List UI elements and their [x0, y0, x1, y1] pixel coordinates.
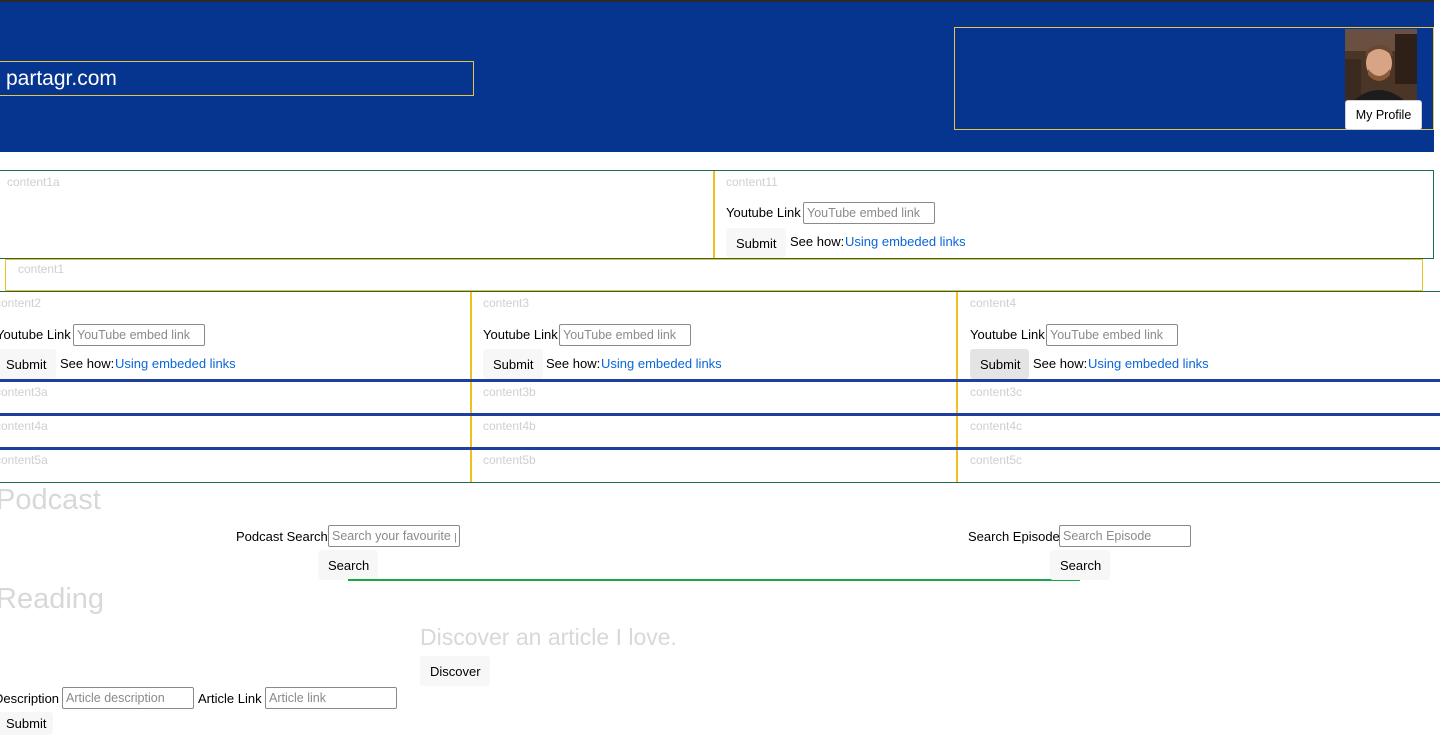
podcast-heading: Podcast: [0, 484, 101, 516]
discover-button[interactable]: Discover: [420, 656, 490, 686]
row-5: content5a content5b content5c: [0, 450, 1440, 482]
youtube-link-label: Youtube Link: [0, 327, 71, 342]
submit-button[interactable]: Submit: [483, 349, 543, 379]
submit-button[interactable]: Submit: [726, 228, 786, 258]
podcast-divider: [348, 579, 1080, 581]
youtube-link-label: Youtube Link: [970, 327, 1045, 342]
podcast-search-input[interactable]: [328, 525, 460, 547]
col-divider: [470, 416, 472, 447]
content1a-label: content1a: [7, 175, 60, 189]
embed-links-link[interactable]: Using embeded links: [115, 356, 236, 371]
reading-heading: Reading: [0, 583, 105, 615]
search-episode-button[interactable]: Search: [1050, 550, 1110, 580]
content4a-label: content4a: [0, 419, 48, 433]
site-title: partagr.com: [6, 67, 117, 90]
avatar-photo-icon: [1345, 29, 1417, 101]
search-episode-label: Search Episode: [968, 529, 1060, 544]
col-divider: [470, 382, 472, 413]
content4b-label: content4b: [483, 419, 536, 433]
col-divider: [470, 450, 472, 482]
podcast-search-button[interactable]: Search: [318, 550, 378, 580]
content4-label: content4: [970, 296, 1017, 310]
header-bar: partagr.com My Profile: [0, 0, 1434, 152]
see-how-label: See how:: [790, 234, 845, 249]
content5c-label: content5c: [970, 453, 1023, 467]
my-profile-button[interactable]: My Profile: [1345, 100, 1422, 130]
submit-button[interactable]: Submit: [0, 349, 56, 379]
content5b-label: content5b: [483, 453, 536, 467]
site-title-box: partagr.com: [0, 61, 474, 96]
row-2-divider-2: [956, 292, 958, 381]
content4c-label: content4c: [970, 419, 1023, 433]
discover-article-text: Discover an article I love.: [420, 624, 677, 650]
content3-label: content3: [483, 296, 530, 310]
avatar[interactable]: [1345, 29, 1417, 101]
row-1-divider: [713, 171, 715, 258]
see-how-label: See how:: [60, 356, 115, 371]
row-2: content2 Youtube Link Submit See how: Us…: [0, 291, 1440, 383]
col-divider: [956, 416, 958, 447]
youtube-link-input[interactable]: [1046, 324, 1178, 346]
content1-box: content1: [5, 259, 1423, 291]
youtube-link-label: Youtube Link: [726, 205, 801, 220]
col-divider: [956, 382, 958, 413]
row-separator: [0, 482, 1440, 483]
article-link-label: Article Link: [198, 691, 262, 706]
youtube-link-input[interactable]: [559, 324, 691, 346]
see-how-label: See how:: [1033, 356, 1088, 371]
submit-button[interactable]: Submit: [970, 349, 1029, 379]
col-divider: [956, 450, 958, 482]
article-link-input[interactable]: [265, 687, 397, 709]
row-4: content4a content4b content4c: [0, 416, 1440, 447]
content3a-label: content3a: [0, 385, 48, 399]
content5a-label: content5a: [0, 453, 48, 467]
row-1: content1a content11 Youtube Link Submit …: [0, 170, 1434, 259]
podcast-search-label: Podcast Search: [236, 529, 328, 544]
content2-label: content2: [0, 296, 42, 310]
content3c-label: content3c: [970, 385, 1023, 399]
search-episode-input[interactable]: [1059, 525, 1191, 547]
content11-label: content11: [726, 175, 778, 189]
embed-links-link[interactable]: Using embeded links: [845, 234, 966, 249]
content3b-label: content3b: [483, 385, 536, 399]
row-2-divider-1: [470, 292, 472, 381]
profile-box: My Profile: [954, 27, 1434, 130]
see-how-label: See how:: [546, 356, 601, 371]
youtube-link-input[interactable]: [73, 324, 205, 346]
youtube-link-label: Youtube Link: [483, 327, 558, 342]
youtube-link-input[interactable]: [803, 202, 935, 224]
embed-links-link[interactable]: Using embeded links: [1088, 356, 1209, 371]
embed-links-link[interactable]: Using embeded links: [601, 356, 722, 371]
row-3: content3a content3b content3c: [0, 382, 1440, 413]
content1-label: content1: [18, 262, 65, 276]
article-description-label: Description: [0, 691, 60, 706]
article-description-input[interactable]: [62, 687, 194, 709]
article-submit-button[interactable]: Submit: [0, 712, 53, 735]
